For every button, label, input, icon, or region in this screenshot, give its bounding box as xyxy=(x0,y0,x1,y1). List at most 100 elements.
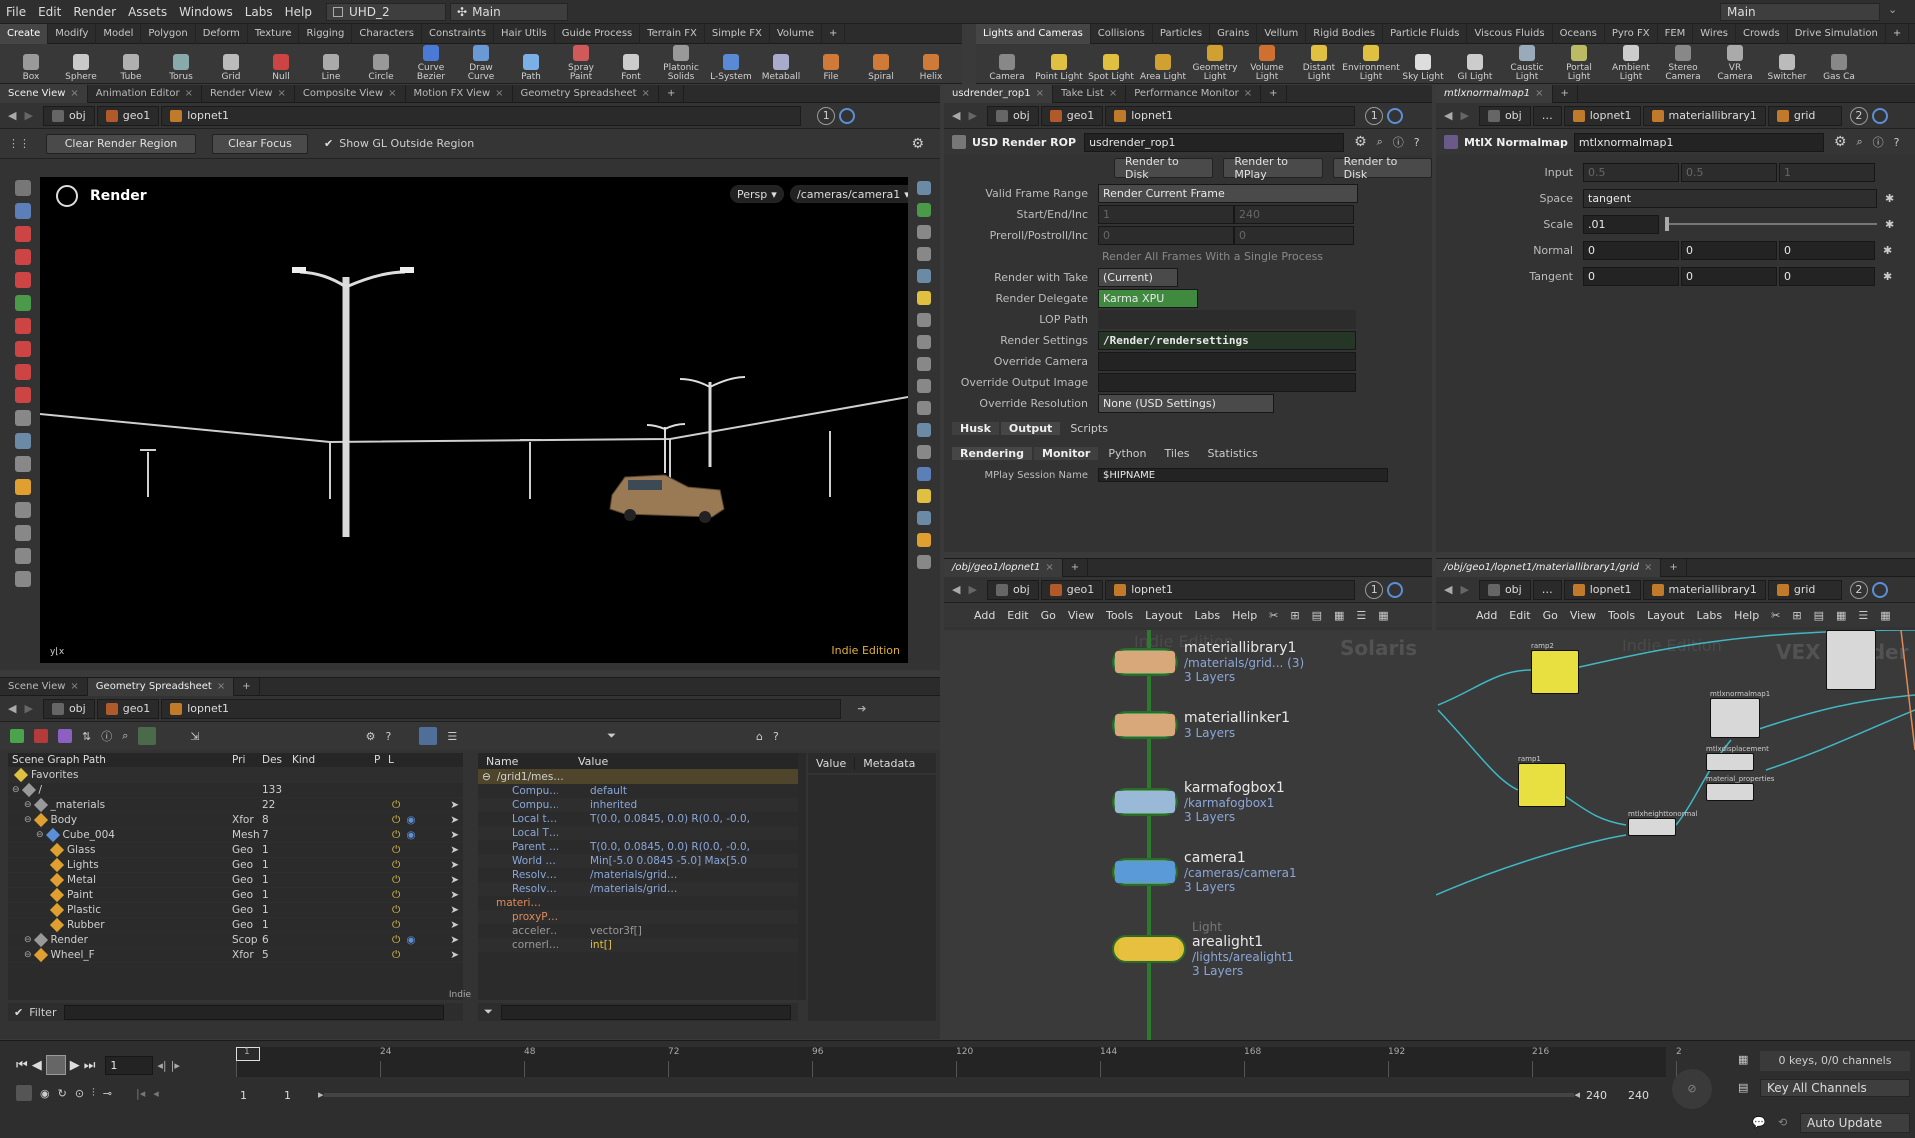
attr-row[interactable]: acceler… vector3f[] xyxy=(478,924,798,938)
shelf-tool[interactable]: Draw Curve xyxy=(458,44,504,84)
shelf-left-tab[interactable]: Volume xyxy=(770,23,823,44)
shelf-tool[interactable]: Helix xyxy=(908,44,954,84)
shelf-tool[interactable]: Environment Light xyxy=(1342,44,1400,84)
network-tool-icon[interactable]: ☰ xyxy=(1356,609,1366,622)
range-start-2[interactable]: 1 xyxy=(284,1089,291,1102)
mplay-session-input[interactable]: $HIPNAME xyxy=(1098,468,1388,482)
shelf-tool[interactable]: Spiral xyxy=(858,44,904,84)
render-to-disk-bg-button[interactable]: Render to Disk xyxy=(1332,155,1432,181)
visibility-eye-icon[interactable]: ◉ xyxy=(406,814,415,826)
scene-tool-icon-1[interactable] xyxy=(10,729,24,743)
network-tool-icon[interactable]: ▦ xyxy=(1880,609,1890,622)
display-option-icon[interactable] xyxy=(917,423,931,437)
viewer-tool-icon[interactable] xyxy=(15,479,31,495)
vex-network-canvas[interactable]: Indie Edition VEX Builder ramp2ramp1mtlx… xyxy=(1436,630,1915,1040)
shelf-left-tab[interactable]: Rigging xyxy=(299,23,353,44)
normal-x[interactable]: 0 xyxy=(1583,240,1679,260)
network-menu-item[interactable]: Layout xyxy=(1145,609,1182,622)
menu-chevron-icon[interactable]: ⌄ xyxy=(1888,3,1897,16)
shelf-left-tab[interactable]: Characters xyxy=(352,23,422,44)
gear-small-icon[interactable]: ✱ xyxy=(1885,192,1894,205)
close-icon[interactable]: × xyxy=(1036,88,1044,99)
display-option-icon[interactable] xyxy=(917,555,931,569)
back-arrow-icon[interactable]: ◀ xyxy=(952,583,960,596)
activate-icon[interactable]: ⏻ xyxy=(392,904,400,917)
viewer-tool-icon[interactable] xyxy=(15,318,31,334)
rop-param-value[interactable] xyxy=(1098,373,1356,392)
add-tab-button[interactable]: + xyxy=(1661,558,1687,577)
display-option-icon[interactable] xyxy=(917,335,931,349)
pane-tab[interactable]: Scene View × xyxy=(0,677,88,696)
viewer-tool-icon[interactable] xyxy=(15,387,31,403)
close-icon[interactable]: × xyxy=(70,681,78,692)
crumb-ellipsis[interactable]: … xyxy=(1532,105,1562,126)
shelf-tool[interactable]: Distant Light xyxy=(1294,44,1344,84)
gear-icon[interactable]: ⚙ xyxy=(1834,134,1847,150)
activate-icon[interactable]: ⏻ xyxy=(392,814,400,827)
network-node[interactable]: camera1/cameras/camera1 3 Layers xyxy=(1112,850,1297,894)
gear-small-icon[interactable]: ✱ xyxy=(1883,244,1892,257)
range-slider-right-handle[interactable]: ◂ xyxy=(1574,1088,1580,1101)
network-tool-icon[interactable]: ▦ xyxy=(1334,609,1344,622)
display-option-icon[interactable] xyxy=(917,269,931,283)
shelf-tool[interactable]: Volume Light xyxy=(1242,44,1292,84)
attr-root-row[interactable]: ⊖ /grid1/mes… xyxy=(478,769,798,784)
close-icon[interactable]: × xyxy=(70,88,78,99)
tree-row[interactable]: ⊖ _materials 22 ⏻ ➤ xyxy=(8,797,463,813)
list-view-icon[interactable] xyxy=(419,727,438,745)
network-menu-item[interactable]: Tools xyxy=(1608,609,1635,622)
shelf-tool[interactable]: Font xyxy=(608,44,654,84)
pane-tab[interactable]: Animation Editor × xyxy=(88,84,202,103)
shelf-tool[interactable]: Metaball xyxy=(758,44,804,84)
viewer-tool-icon[interactable] xyxy=(15,203,31,219)
range-slider-left-handle[interactable]: ▸ xyxy=(318,1088,324,1101)
network-menu-item[interactable]: Labs xyxy=(1195,609,1221,622)
tree-row[interactable]: Plastic Geo 1 ⏻ ➤ xyxy=(8,902,463,918)
shelf-tool[interactable]: Stereo Camera xyxy=(1658,44,1708,84)
pin-icon[interactable]: ➔ xyxy=(857,702,866,715)
keyframe-compass-icon[interactable]: ⊘ xyxy=(1672,1069,1712,1109)
rop-end-value[interactable]: 240 xyxy=(1234,205,1354,224)
tree-row[interactable]: ⊖ Render Scop 6 ⏻ ◉ ➤ xyxy=(8,932,463,948)
tab-python[interactable]: Python xyxy=(1100,447,1154,460)
back-arrow-icon[interactable]: ◀ xyxy=(8,702,16,715)
tl-tool-icon-1[interactable] xyxy=(16,1085,32,1101)
space-select[interactable]: tangent xyxy=(1583,188,1877,208)
tree-row[interactable]: Favorites xyxy=(8,767,463,783)
rop-node-name-input[interactable]: usdrender_rop1 xyxy=(1084,132,1345,152)
close-icon[interactable]: × xyxy=(1045,562,1053,573)
visibility-eye-icon[interactable]: ◉ xyxy=(406,829,415,841)
expand-icon[interactable]: ⊖ xyxy=(36,830,44,840)
display-option-icon[interactable] xyxy=(917,445,931,459)
network-menu-item[interactable]: Add xyxy=(974,609,995,622)
tree-row[interactable]: Glass Geo 1 ⏻ ➤ xyxy=(8,842,463,858)
context-select[interactable]: ✣ Main xyxy=(450,2,568,21)
tab-rendering[interactable]: Rendering xyxy=(952,446,1032,460)
value-tab[interactable]: Value xyxy=(808,756,856,770)
network-node[interactable]: Light arealight1/lights/arealight1 3 Layer… xyxy=(1112,920,1294,978)
select-arrow-icon[interactable]: ➤ xyxy=(450,934,459,946)
shelf-right-tab[interactable]: Viscous Fluids xyxy=(1467,23,1553,44)
viewer-tool-icon[interactable] xyxy=(15,226,31,242)
shelf-tool[interactable]: Torus xyxy=(158,44,204,84)
select-arrow-icon[interactable]: ➤ xyxy=(450,799,459,811)
lop-network-canvas[interactable]: Indie Edition Solaris materiallibrary1/m… xyxy=(944,630,1432,1040)
mtlx-node-name-input[interactable]: mtlxnormalmap1 xyxy=(1573,132,1824,152)
viewer-tool-icon[interactable] xyxy=(15,341,31,357)
shelf-tool[interactable]: Ambient Light xyxy=(1606,44,1656,84)
pane-number[interactable]: 1 xyxy=(1365,106,1384,125)
display-option-icon[interactable] xyxy=(917,467,931,481)
realtime-icon[interactable]: ⊙ xyxy=(75,1087,84,1100)
col-l[interactable]: L xyxy=(388,754,402,766)
expand-icon[interactable]: ⊖ xyxy=(24,815,32,825)
network-menu-item[interactable]: Help xyxy=(1232,609,1257,622)
crumb-materiallibrary1[interactable]: materiallibrary1 xyxy=(1642,105,1766,126)
attr-row[interactable]: materi… xyxy=(478,896,798,910)
add-tab-button[interactable]: + xyxy=(1063,558,1089,577)
shelf-right-tab[interactable]: Crowds xyxy=(1736,23,1788,44)
menu-render[interactable]: Render xyxy=(67,5,122,19)
pane-tab[interactable]: Geometry Spreadsheet × xyxy=(87,677,235,696)
pane-tab[interactable]: Take List × xyxy=(1053,84,1127,103)
pane-number[interactable]: 2 xyxy=(1849,580,1868,599)
rop-param-value[interactable]: 0 xyxy=(1098,226,1234,245)
